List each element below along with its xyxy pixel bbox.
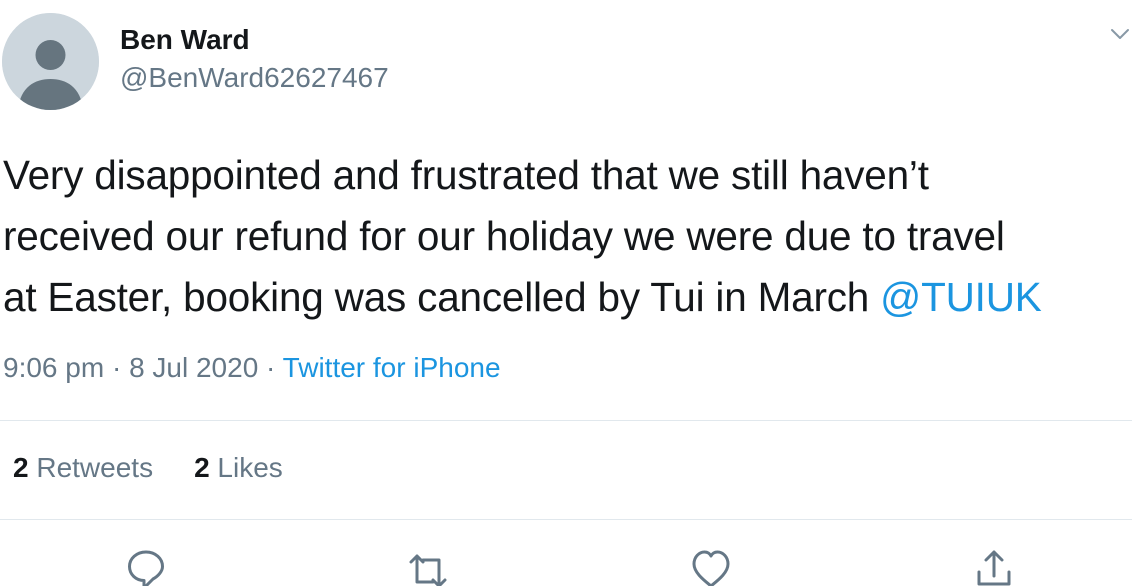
tweet-text: Very disappointed and frustrated that we… [3, 145, 1131, 328]
tweet-meta: 9:06 pm · 8 Jul 2020 · Twitter for iPhon… [3, 352, 501, 384]
tweet-text-line: Very disappointed and frustrated that we… [3, 152, 929, 198]
like-button[interactable] [691, 548, 731, 586]
chevron-down-icon[interactable] [1110, 24, 1130, 44]
likes-label: Likes [209, 452, 283, 483]
likes-stat[interactable]: 2 Likes [194, 452, 283, 483]
author-display-name[interactable]: Ben Ward [120, 24, 250, 56]
mention-link[interactable]: @TUIUK [880, 274, 1042, 320]
meta-separator: · [258, 352, 283, 383]
tweet-text-line: at Easter, booking was cancelled by Tui … [3, 267, 1131, 328]
retweets-label: Retweets [28, 452, 154, 483]
author-handle[interactable]: @BenWard62627467 [120, 62, 389, 94]
meta-separator: · [104, 352, 130, 383]
tweet-text-segment: at Easter, booking was cancelled by Tui … [3, 274, 881, 320]
likes-count: 2 [194, 452, 210, 483]
divider [0, 519, 1132, 520]
retweet-icon [409, 554, 447, 586]
retweets-stat[interactable]: 2 Retweets [13, 452, 153, 483]
tweet-text-line: received our refund for our holiday we w… [3, 213, 1005, 259]
share-icon [977, 550, 1011, 586]
retweet-button[interactable] [408, 548, 448, 586]
retweets-count: 2 [13, 452, 29, 483]
reply-icon [128, 550, 164, 586]
divider [0, 420, 1132, 421]
heart-icon [692, 550, 730, 586]
default-profile-icon [2, 13, 99, 110]
reply-button[interactable] [126, 548, 166, 586]
share-button[interactable] [974, 548, 1014, 586]
tweet-date[interactable]: 8 Jul 2020 [129, 352, 258, 383]
tweet-time[interactable]: 9:06 pm [3, 352, 104, 383]
tweet-source-link[interactable]: Twitter for iPhone [283, 352, 501, 383]
engagement-stats: 2 Retweets 2 Likes [13, 452, 283, 484]
avatar[interactable] [2, 13, 99, 110]
